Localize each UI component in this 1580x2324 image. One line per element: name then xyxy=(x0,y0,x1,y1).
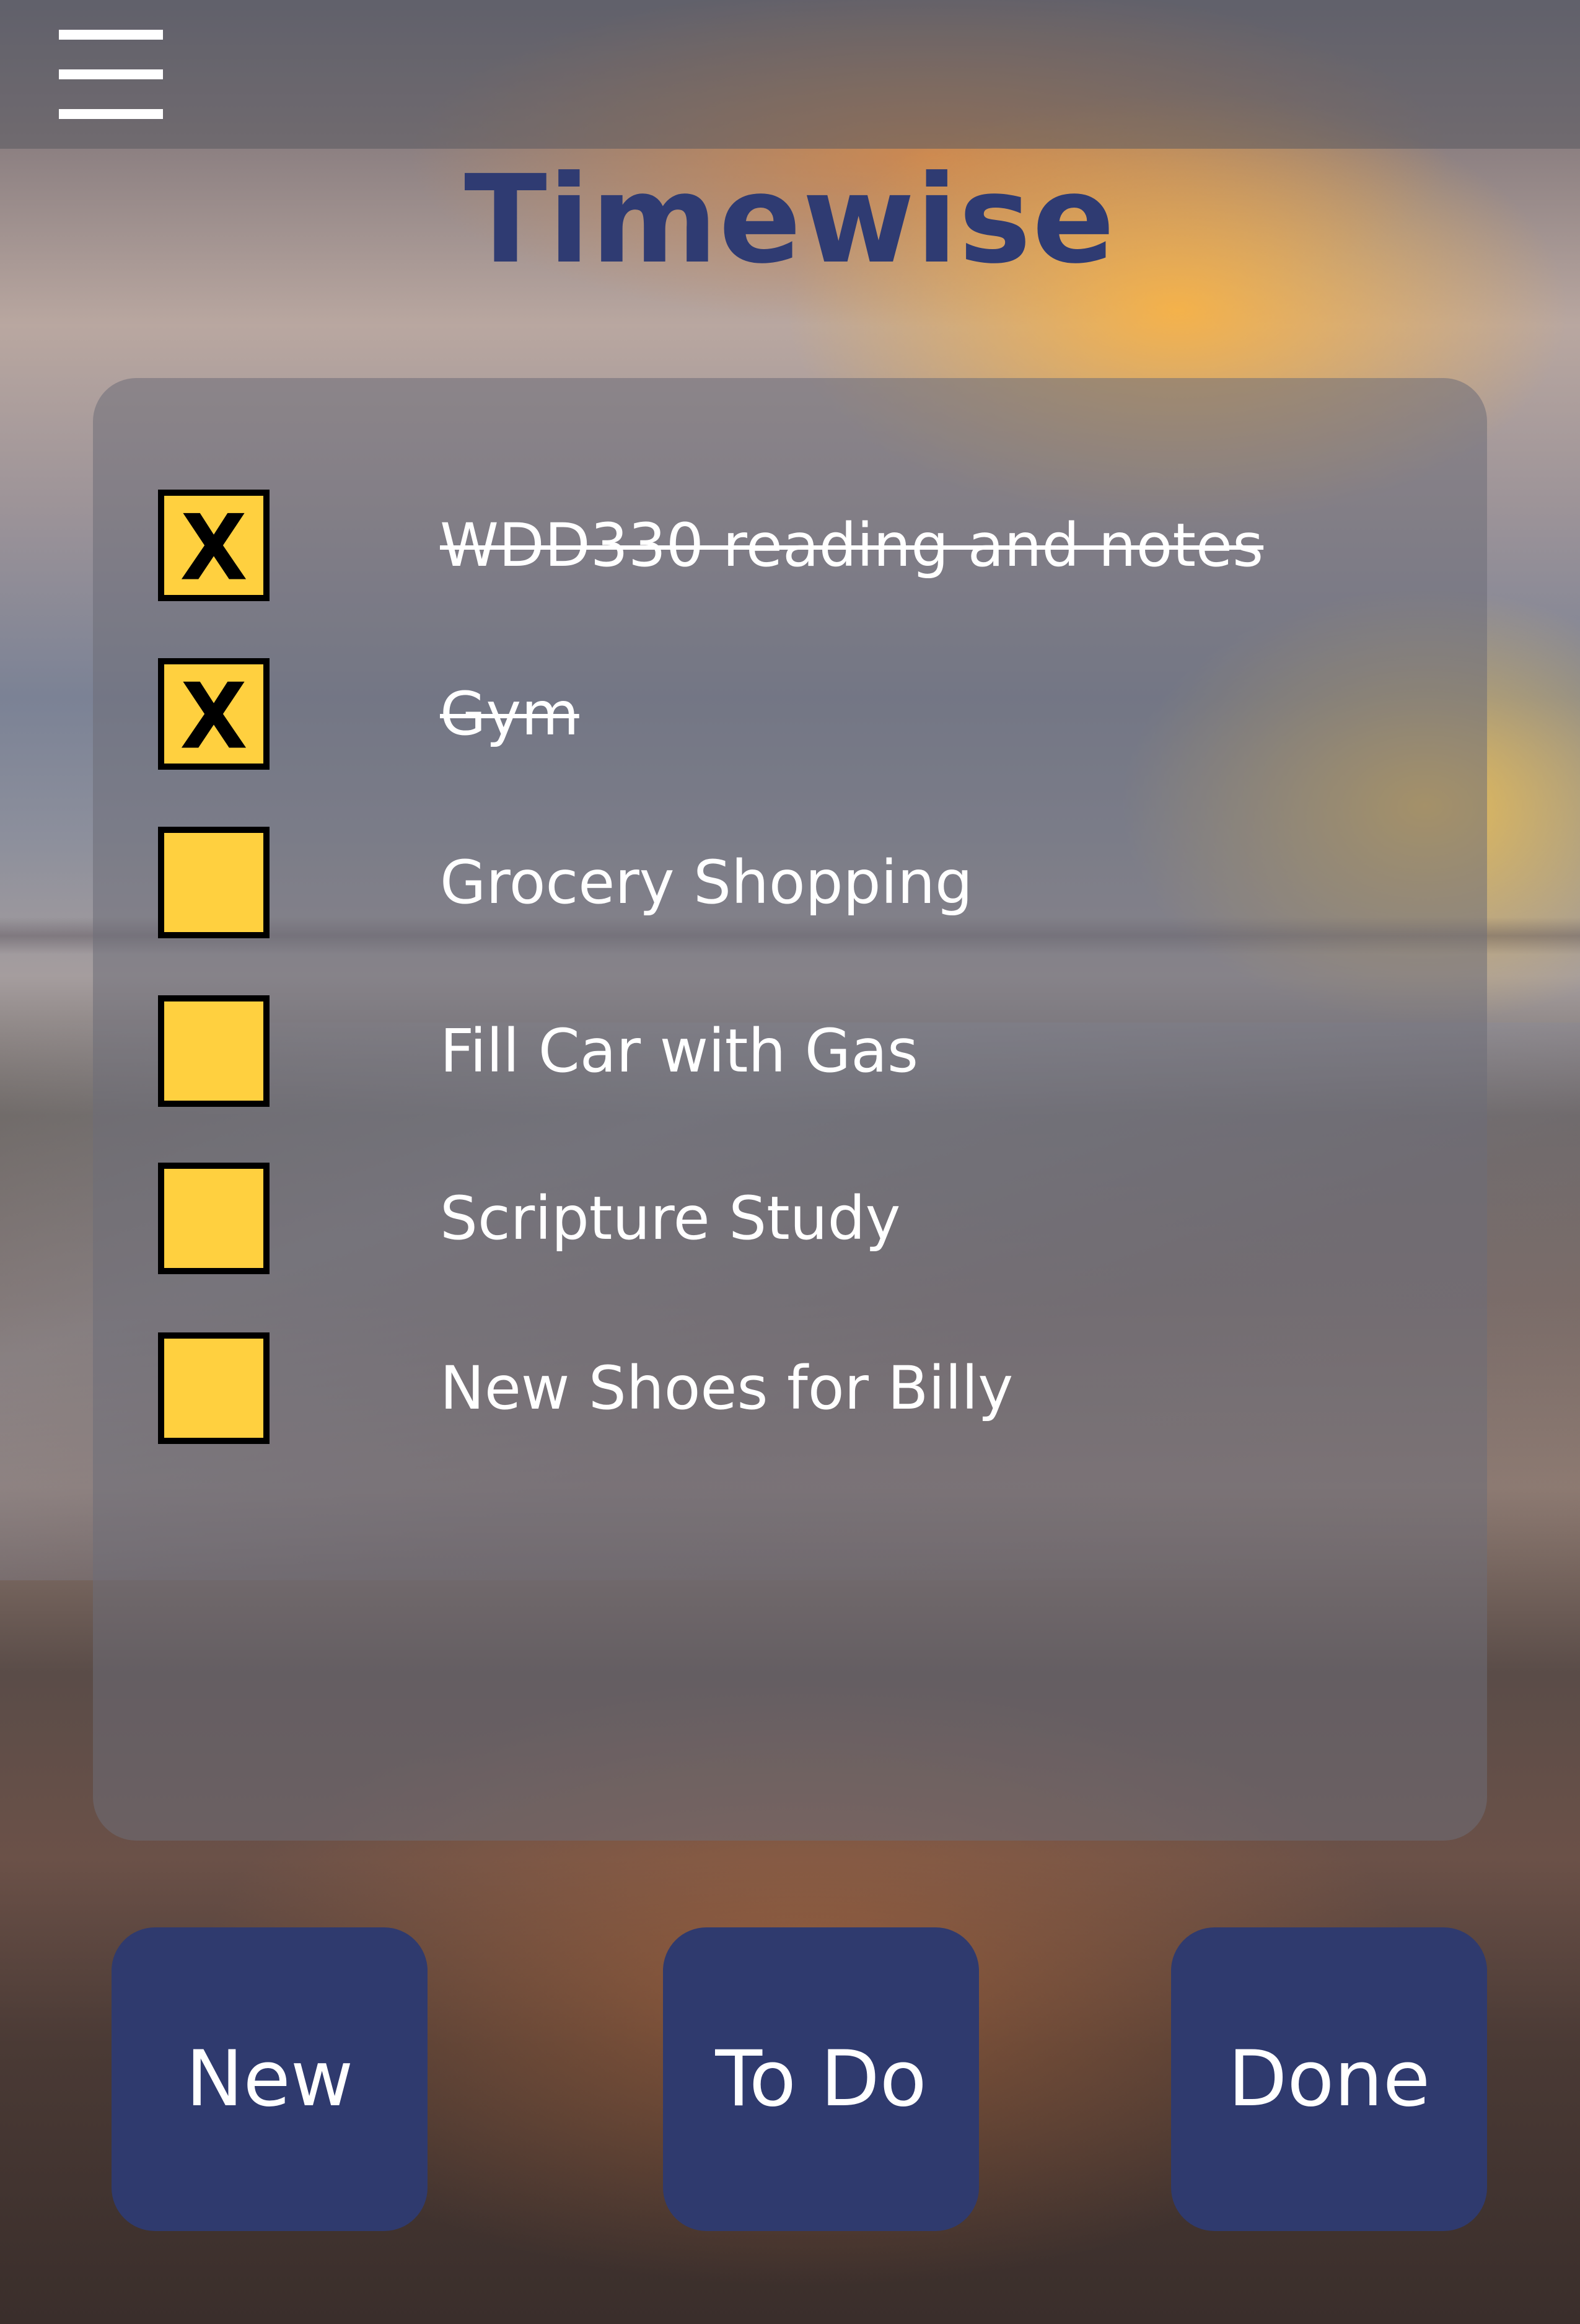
task-checkbox-checked[interactable] xyxy=(158,658,270,770)
task-checkbox[interactable] xyxy=(158,827,270,938)
task-checkbox[interactable] xyxy=(158,1332,270,1444)
task-checkbox[interactable] xyxy=(158,1163,270,1274)
done-button[interactable]: Done xyxy=(1171,1927,1487,2231)
app-title: Timewise xyxy=(464,149,1116,291)
task-label: Scripture Study xyxy=(440,1184,901,1253)
task-label: New Shoes for Billy xyxy=(440,1353,1014,1423)
task-row[interactable]: New Shoes for Billy xyxy=(158,1332,1459,1444)
task-row[interactable]: WDD330 reading and notes xyxy=(158,490,1459,601)
task-checkbox-checked[interactable] xyxy=(158,490,270,601)
task-label: WDD330 reading and notes xyxy=(440,511,1264,580)
task-label: Grocery Shopping xyxy=(440,848,973,917)
task-label: Fill Car with Gas xyxy=(440,1016,919,1086)
task-row[interactable]: Grocery Shopping xyxy=(158,827,1459,938)
menu-line xyxy=(59,69,163,79)
menu-line xyxy=(59,30,163,40)
task-label: Gym xyxy=(440,679,579,749)
new-button[interactable]: New xyxy=(112,1927,428,2231)
task-checkbox[interactable] xyxy=(158,995,270,1107)
top-bar xyxy=(0,0,1580,149)
menu-line xyxy=(59,109,163,119)
x-mark-icon xyxy=(181,513,247,579)
task-row[interactable]: Fill Car with Gas xyxy=(158,995,1459,1107)
task-row[interactable]: Scripture Study xyxy=(158,1163,1459,1274)
todo-button[interactable]: To Do xyxy=(663,1927,979,2231)
task-list-panel: WDD330 reading and notes Gym Grocery Sho… xyxy=(93,378,1487,1841)
hamburger-menu-icon[interactable] xyxy=(59,30,164,120)
task-row[interactable]: Gym xyxy=(158,658,1459,770)
x-mark-icon xyxy=(181,681,247,748)
